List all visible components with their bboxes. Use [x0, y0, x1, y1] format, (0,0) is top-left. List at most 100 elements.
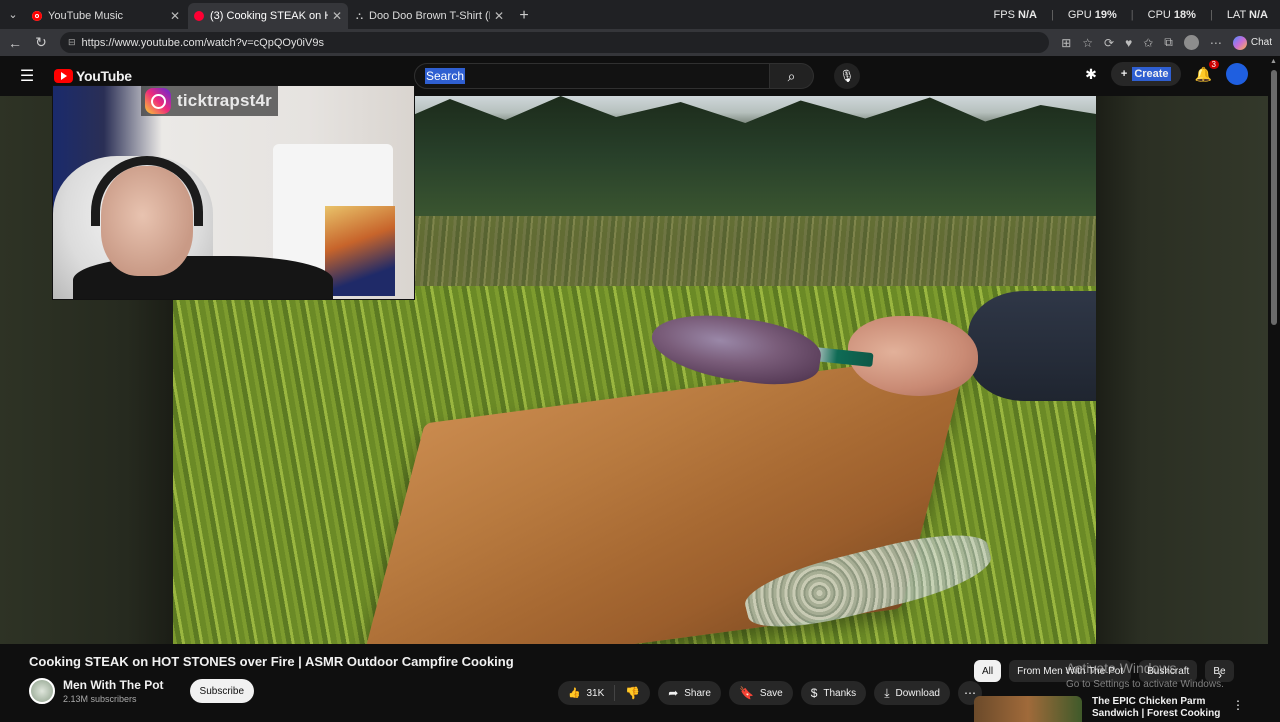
close-tab-icon[interactable]: ✕ — [170, 9, 180, 23]
chip-bushcraft[interactable]: Bushcraft — [1139, 660, 1198, 682]
create-button[interactable]: + Create — [1110, 62, 1181, 86]
plus-icon: + — [1120, 68, 1128, 80]
gpu-value: 19% — [1094, 9, 1117, 21]
back-icon[interactable]: ← — [8, 35, 22, 51]
reload-icon[interactable]: ↻ — [34, 34, 48, 51]
tab-youtube-music[interactable]: YouTube Music ✕ — [26, 3, 186, 29]
thumbs-down-icon: 👎 — [625, 686, 641, 700]
instagram-handle-badge: ticktrapst4r — [141, 86, 278, 116]
download-button[interactable]: ⤓ Download — [874, 681, 950, 705]
streamer-webcam-overlay: ticktrapst4r — [52, 85, 415, 300]
youtube-favicon-icon — [194, 11, 204, 21]
voice-search-button[interactable]: 🎙 — [834, 63, 860, 89]
search-input[interactable]: Search — [414, 63, 770, 89]
hamburger-menu-icon[interactable]: ☰ — [0, 66, 54, 86]
channel-info: Men With The Pot 2.13M subscribers Subsc… — [29, 678, 255, 704]
url-text: https://www.youtube.com/watch?v=cQpQOy0i… — [81, 36, 324, 49]
extensions-icon[interactable]: ⟳ — [1104, 36, 1114, 50]
tab-title: Doo Doo Brown T-Shirt (PRE-ORD — [369, 10, 490, 22]
search-icon: ⌕ — [787, 67, 796, 84]
copilot-chat-button[interactable]: Chat — [1232, 35, 1272, 50]
thanks-button[interactable]: $ Thanks — [800, 681, 867, 705]
browser-essentials-icon[interactable]: ♥ — [1125, 36, 1132, 50]
notifications-bell-icon[interactable]: 🔔 3 — [1195, 59, 1219, 83]
poster — [325, 206, 395, 296]
instagram-icon — [145, 88, 171, 114]
cpu-value: 18% — [1173, 9, 1196, 21]
extension-puzzle-icon[interactable]: ✱ — [1085, 66, 1097, 83]
address-bar-row: ← ↻ ⊟ https://www.youtube.com/watch?v=cQ… — [0, 29, 1280, 56]
like-count: 31K — [586, 687, 605, 699]
like-button[interactable]: 👍 31K — [558, 685, 616, 701]
recommended-title[interactable]: The EPIC Chicken Parm Sandwich | Forest … — [1092, 696, 1222, 722]
youtube-music-favicon-icon — [32, 11, 42, 21]
recommended-more-vertical-icon[interactable]: ⋮ — [1232, 698, 1244, 712]
collections-icon[interactable]: ⧉ — [1164, 35, 1173, 50]
chip-from-channel[interactable]: From Men With The Pot — [1009, 660, 1132, 682]
account-avatar[interactable] — [1226, 63, 1248, 85]
instagram-handle: ticktrapst4r — [177, 91, 272, 110]
tab-cooking-steak[interactable]: (3) Cooking STEAK on HOT STONE ✕ — [188, 3, 348, 29]
chip-all[interactable]: All — [974, 660, 1002, 682]
profile-avatar[interactable] — [1183, 35, 1199, 50]
save-label: Save — [759, 687, 783, 699]
tab-list-chevron-icon[interactable]: ⌄ — [0, 0, 26, 29]
share-arrow-icon: ➦ — [668, 686, 679, 700]
scroll-up-arrow-icon[interactable]: ▲ — [1270, 58, 1277, 65]
recommended-video[interactable]: The EPIC Chicken Parm Sandwich | Forest … — [974, 696, 1222, 722]
video-actions: 👍 31K 👎 ➦ Share 🔖 Save $ Thanks ⤓ Downlo… — [558, 681, 982, 705]
video-title: Cooking STEAK on HOT STONES over Fire | … — [29, 654, 514, 669]
more-options-icon[interactable]: ⋯ — [1210, 36, 1222, 50]
close-tab-icon[interactable]: ✕ — [332, 9, 342, 23]
youtube-play-icon — [54, 69, 73, 83]
fps-label: FPS — [993, 9, 1015, 21]
close-tab-icon[interactable]: ✕ — [494, 9, 504, 23]
bookmark-icon: 🔖 — [738, 686, 754, 700]
stat-divider: | — [1050, 9, 1054, 21]
recommended-thumbnail[interactable] — [974, 696, 1082, 722]
header-actions: ✱ + Create 🔔 3 — [1085, 59, 1248, 86]
search-bar: Search ⌕ 🎙 — [414, 63, 860, 89]
like-dislike-group: 👍 31K 👎 — [558, 681, 651, 705]
stat-divider: | — [1209, 9, 1213, 21]
super-thanks-icon: $ — [810, 686, 818, 700]
cpu-label: CPU — [1147, 9, 1171, 21]
copilot-icon — [1232, 35, 1247, 50]
stat-divider: | — [1130, 9, 1134, 21]
related-filter-chips: All From Men With The Pot Bushcraft Be — [974, 660, 1234, 682]
channel-name[interactable]: Men With The Pot — [63, 678, 164, 692]
chips-next-chevron-icon[interactable]: › — [1218, 668, 1222, 682]
lat-stat: LAT N/A — [1227, 9, 1268, 21]
tab-title: (3) Cooking STEAK on HOT STONE — [210, 10, 328, 22]
logo-text: YouTube — [76, 68, 132, 84]
jacket-sleeve — [968, 291, 1096, 401]
search-button[interactable]: ⌕ — [770, 63, 814, 89]
search-placeholder: Search — [425, 68, 466, 84]
gpu-label: GPU — [1067, 9, 1092, 21]
tab-title: YouTube Music — [48, 10, 124, 22]
share-label: Share — [684, 687, 711, 699]
dislike-button[interactable]: 👎 — [615, 686, 650, 700]
notification-badge: 3 — [1208, 59, 1219, 69]
url-field[interactable]: ⊟ https://www.youtube.com/watch?v=cQpQOy… — [60, 32, 1050, 53]
chat-label: Chat — [1250, 37, 1272, 48]
site-info-icon[interactable]: ⊟ — [68, 37, 76, 48]
new-tab-button[interactable]: + — [512, 3, 536, 29]
lat-value: N/A — [1249, 9, 1268, 21]
tab-doo-doo-brown[interactable]: ⛬ Doo Doo Brown T-Shirt (PRE-ORD ✕ — [350, 3, 510, 29]
gpu-stat: GPU 19% — [1068, 9, 1117, 21]
favorite-star-icon[interactable]: ☆ — [1082, 36, 1093, 50]
performance-overlay: FPS N/A | GPU 19% | CPU 18% | LAT N/A — [994, 9, 1268, 21]
app-available-icon[interactable]: ⊞ — [1061, 36, 1071, 50]
favorites-icon[interactable]: ✩ — [1143, 36, 1153, 50]
browser-toolbar-icons: ⊞ ☆ ⟳ ♥ ✩ ⧉ ⋯ Chat — [1061, 35, 1272, 50]
page-scrollbar[interactable]: ▲ — [1268, 56, 1280, 720]
save-button[interactable]: 🔖 Save — [728, 681, 793, 705]
scrollbar-thumb[interactable] — [1271, 70, 1277, 325]
create-label: Create — [1132, 67, 1171, 81]
share-button[interactable]: ➦ Share — [658, 681, 721, 705]
subscribe-button[interactable]: Subscribe — [189, 679, 255, 703]
fps-stat: FPS N/A — [994, 9, 1037, 21]
youtube-logo[interactable]: YouTube — [54, 68, 132, 84]
channel-avatar[interactable] — [29, 678, 55, 704]
